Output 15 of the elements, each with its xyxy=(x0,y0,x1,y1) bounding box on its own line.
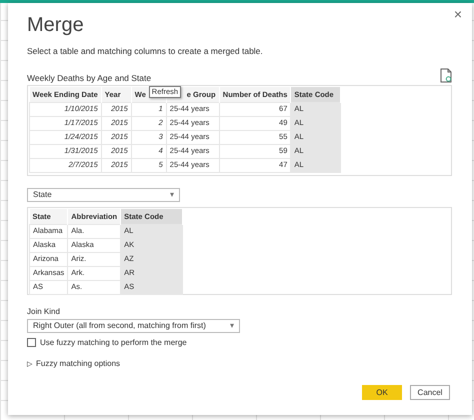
dialog-title: Merge xyxy=(27,14,85,36)
cancel-button[interactable]: Cancel xyxy=(410,384,450,400)
table-dropdown[interactable]: State ▾ xyxy=(27,188,180,202)
file-refresh-icon[interactable] xyxy=(440,68,452,84)
close-button[interactable]: × xyxy=(452,6,464,23)
caret-icon: ▾ xyxy=(230,322,234,330)
fuzzy-options-label[interactable]: Fuzzy matching options xyxy=(36,359,120,369)
description-text: Select a table and matching columns to create a merged table. xyxy=(27,46,264,56)
fuzzy-label: Use fuzzy matching to perform the merge xyxy=(40,338,187,348)
join-kind-label: Join Kind xyxy=(27,307,61,317)
caret-icon: ▾ xyxy=(170,191,174,200)
fuzzy-checkbox[interactable] xyxy=(27,338,36,348)
table-name: Weekly Deaths by Age and State xyxy=(27,73,152,84)
join-kind-dropdown[interactable]: Right Outer (all from second, matching from first) ▾ xyxy=(27,318,240,333)
ok-button[interactable]: OK xyxy=(362,384,402,400)
